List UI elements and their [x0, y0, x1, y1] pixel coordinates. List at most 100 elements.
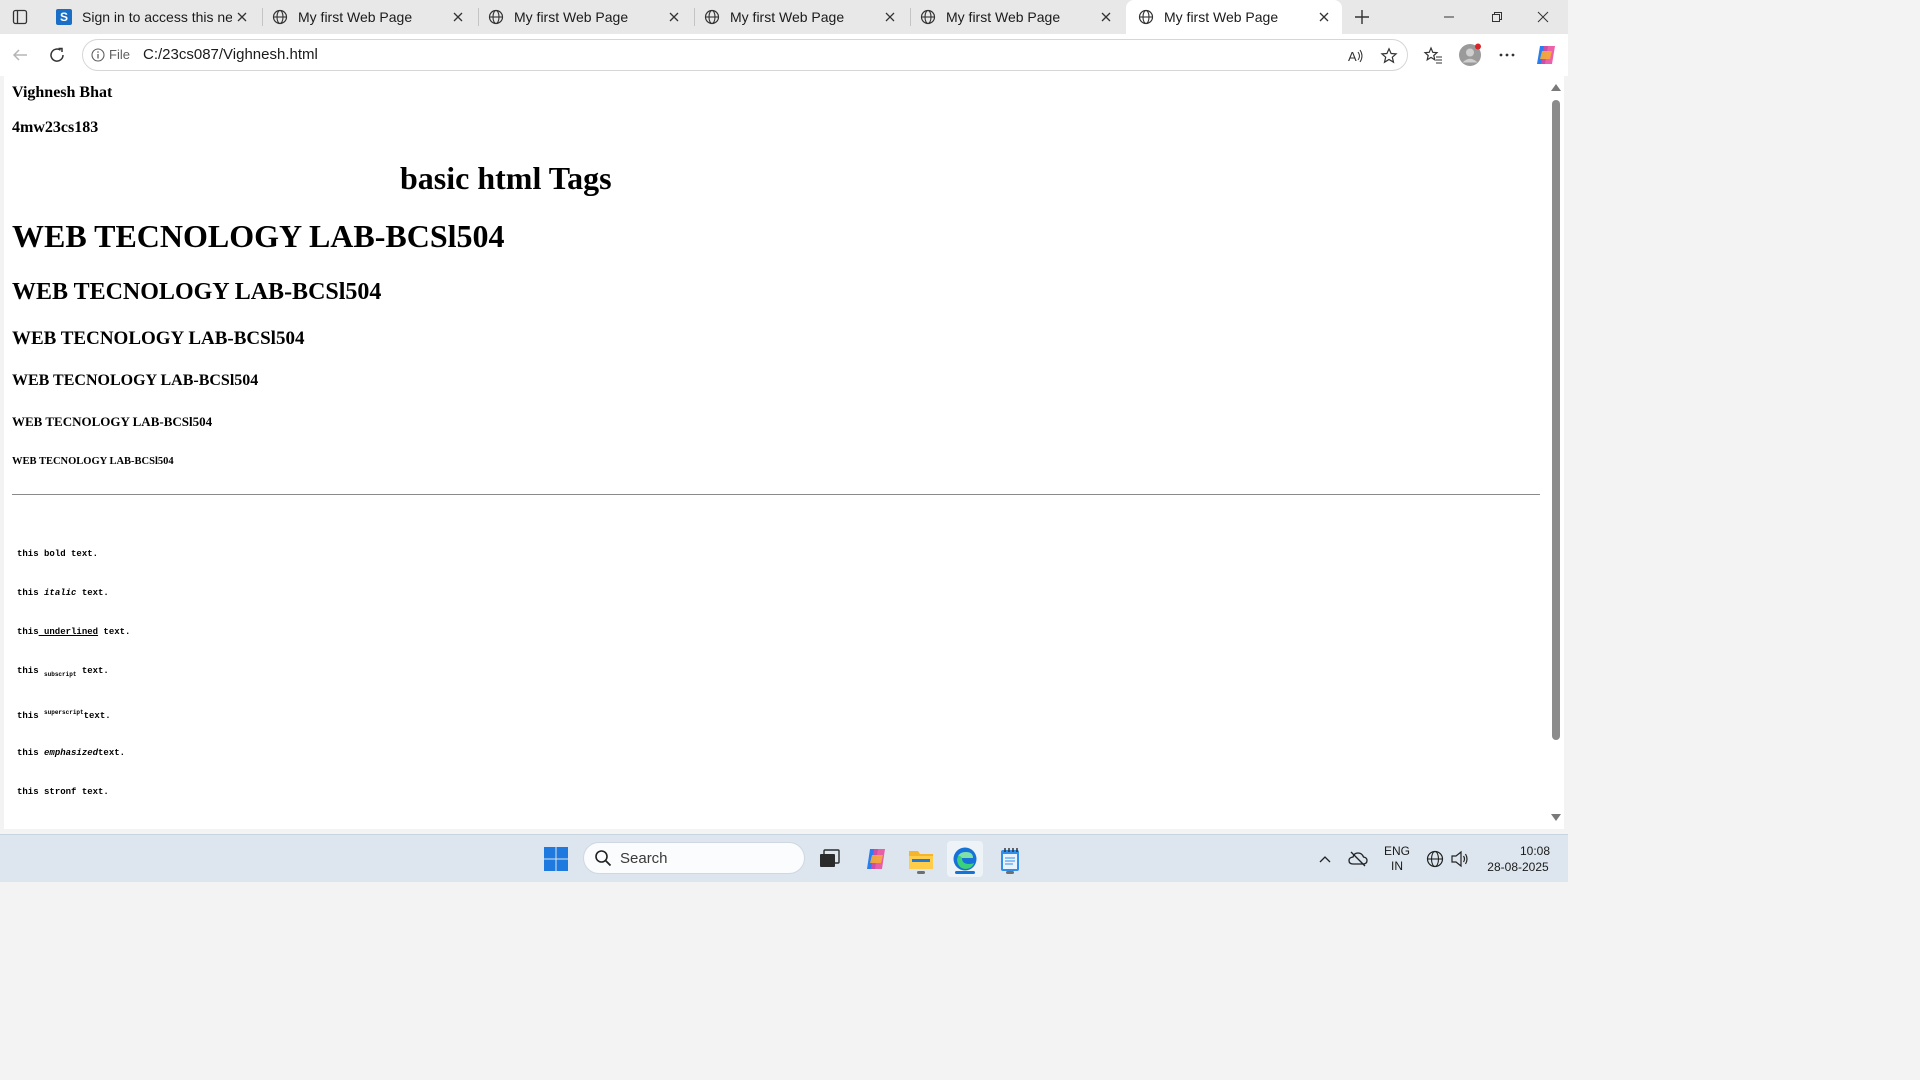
- tab-strip: S Sign in to access this network My firs…: [0, 0, 1568, 34]
- close-icon[interactable]: [880, 7, 900, 27]
- globe-icon: [1138, 9, 1154, 25]
- minimize-button[interactable]: [1426, 0, 1472, 34]
- scheme-label: File: [109, 47, 130, 62]
- more-icon: [1499, 53, 1515, 57]
- running-indicator: [917, 871, 925, 874]
- favorites-button[interactable]: [1418, 40, 1448, 70]
- tab-my-first-web-page-active[interactable]: My first Web Page: [1126, 0, 1342, 34]
- italic-line: this italic text.: [17, 588, 109, 598]
- close-icon: [1537, 11, 1549, 23]
- tab-my-first-web-page-1[interactable]: My first Web Page: [260, 0, 476, 34]
- start-button[interactable]: [538, 841, 574, 877]
- tab-title: My first Web Page: [514, 9, 629, 25]
- edge-icon: [953, 847, 977, 871]
- subscript-text: subscript: [44, 670, 77, 678]
- author-name: Vighnesh Bhat: [12, 84, 113, 101]
- restore-button[interactable]: [1474, 0, 1520, 34]
- taskbar-search[interactable]: Search: [583, 842, 805, 874]
- language-text: ENG: [1383, 844, 1410, 858]
- clock-date: 28-08-2025: [1487, 860, 1549, 874]
- network-button[interactable]: [1424, 835, 1446, 883]
- read-aloud-icon[interactable]: A: [1345, 45, 1367, 67]
- scroll-down-icon[interactable]: [1551, 814, 1561, 821]
- close-icon[interactable]: [1096, 7, 1116, 27]
- address-bar[interactable]: File C:/23cs087/Vighnesh.html A: [82, 39, 1408, 71]
- copilot-icon: [867, 849, 885, 869]
- copilot-button[interactable]: [1531, 40, 1561, 70]
- favorite-star-icon[interactable]: [1378, 45, 1400, 67]
- tab-title: My first Web Page: [1164, 9, 1279, 25]
- tab-my-first-web-page-2[interactable]: My first Web Page: [476, 0, 692, 34]
- browser-toolbar: File C:/23cs087/Vighnesh.html A: [0, 34, 1568, 76]
- running-indicator: [1006, 871, 1014, 874]
- subscript-line: this subscript text.: [17, 666, 109, 678]
- info-icon: [91, 47, 105, 62]
- tab-my-first-web-page-4[interactable]: My first Web Page: [908, 0, 1124, 34]
- heading-h5: WEB TECNOLOGY LAB-BCSl504: [12, 414, 213, 429]
- minimize-icon: [1444, 16, 1454, 18]
- settings-more-button[interactable]: [1492, 40, 1522, 70]
- close-icon[interactable]: [232, 7, 252, 27]
- active-indicator: [955, 871, 975, 874]
- copilot-icon: [1537, 46, 1555, 64]
- show-hidden-icons-button[interactable]: [1312, 835, 1338, 883]
- scrollbar-thumb[interactable]: [1552, 100, 1560, 740]
- refresh-button[interactable]: [42, 40, 72, 70]
- new-tab-button[interactable]: [1348, 4, 1376, 30]
- profile-button[interactable]: [1455, 40, 1485, 70]
- vertical-scrollbar[interactable]: [1548, 76, 1564, 829]
- favorites-icon: [1423, 46, 1442, 64]
- back-arrow-icon: [12, 49, 27, 61]
- search-icon: [595, 850, 612, 867]
- clock[interactable]: 10:08 28-08-2025: [1478, 835, 1558, 883]
- s-logo-icon: S: [56, 9, 72, 25]
- taskbar: Search ENG IN 10:08 28-08-2025: [0, 834, 1568, 882]
- url-text[interactable]: C:/23cs087/Vighnesh.html: [143, 46, 318, 63]
- edge-taskbar-button[interactable]: [947, 841, 983, 877]
- emphasized-line: this emphasizedtext.: [17, 748, 126, 758]
- heading-h3: WEB TECNOLOGY LAB-BCSl504: [12, 328, 305, 349]
- file-explorer-button[interactable]: [903, 841, 939, 877]
- heading-h6: WEB TECNOLOGY LAB-BCSl504: [12, 456, 174, 467]
- svg-text:A: A: [1348, 49, 1357, 64]
- underline-line: this underlined text.: [17, 627, 131, 637]
- speaker-icon: [1451, 850, 1468, 868]
- folder-icon: [909, 851, 933, 869]
- onedrive-button[interactable]: [1344, 835, 1372, 883]
- globe-icon: [488, 9, 504, 25]
- language-indicator[interactable]: ENG IN: [1378, 835, 1416, 883]
- back-button[interactable]: [5, 40, 35, 70]
- emphasized-text: emphasized: [44, 748, 99, 758]
- notepad-button[interactable]: [992, 841, 1028, 877]
- close-window-button[interactable]: [1520, 0, 1566, 34]
- usn-text: 4mw23cs183: [12, 119, 99, 136]
- scroll-up-icon[interactable]: [1551, 84, 1561, 91]
- volume-button[interactable]: [1448, 835, 1472, 883]
- horizontal-rule: [12, 494, 1540, 495]
- tab-title: My first Web Page: [730, 9, 845, 25]
- site-info-button[interactable]: File: [91, 47, 130, 62]
- superscript-line: this superscripttext.: [17, 709, 111, 721]
- close-icon[interactable]: [664, 7, 684, 27]
- bold-line: this bold text.: [17, 549, 99, 559]
- plus-icon: [1355, 10, 1369, 24]
- strong-line: this stronf text.: [17, 787, 109, 797]
- close-icon[interactable]: [1314, 7, 1334, 27]
- task-view-button[interactable]: [811, 841, 847, 877]
- tab-sign-in[interactable]: S Sign in to access this network: [44, 0, 260, 34]
- underlined-text: underlined: [38, 627, 99, 637]
- copilot-taskbar-button[interactable]: [858, 841, 894, 877]
- superscript-text: superscript: [44, 709, 84, 716]
- notepad-icon: [1001, 848, 1019, 871]
- clock-time: 10:08: [1519, 844, 1550, 858]
- globe-icon: [920, 9, 936, 25]
- globe-icon: [272, 9, 288, 25]
- close-icon[interactable]: [448, 7, 468, 27]
- restore-icon: [1492, 12, 1502, 22]
- chevron-up-icon: [1319, 856, 1331, 863]
- strong-text: stronf: [44, 787, 77, 797]
- tab-actions-icon[interactable]: [6, 4, 34, 30]
- bold-text: bold: [44, 549, 66, 559]
- tab-my-first-web-page-3[interactable]: My first Web Page: [692, 0, 908, 34]
- task-view-icon: [820, 849, 840, 867]
